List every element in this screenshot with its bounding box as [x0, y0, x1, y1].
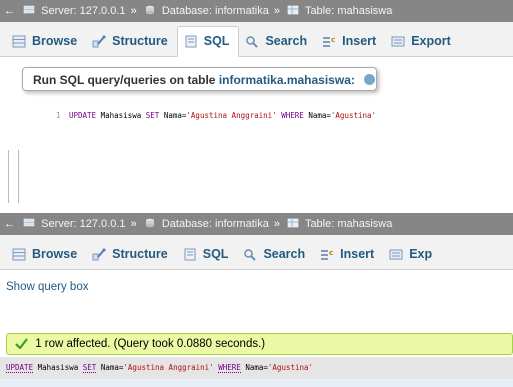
sql-text: Mahasiswa — [33, 363, 83, 372]
back-arrow-icon[interactable]: ← — [4, 213, 18, 235]
sql-editor[interactable]: 1 UPDATE Mahasiswa SET Nama='Agustina An… — [22, 97, 513, 203]
breadcrumb-server[interactable]: Server: 127.0.0.1 — [41, 5, 125, 17]
editor-gutter — [8, 150, 23, 203]
breadcrumb-table[interactable]: Table: mahasiswa — [305, 5, 392, 17]
search-icon — [244, 249, 257, 261]
sql-keyword: UPDATE — [69, 111, 97, 120]
tab-insert[interactable]: c Insert — [314, 240, 383, 269]
sql-keyword-link[interactable]: WHERE — [218, 363, 241, 373]
tab-label: Export — [411, 34, 451, 48]
export-icon — [391, 36, 405, 47]
insert-icon: c — [323, 36, 335, 47]
line-number: 1 — [56, 111, 61, 120]
breadcrumb: ← Server: 127.0.0.1 » Database: informat… — [0, 0, 513, 22]
breadcrumb: ← Server: 127.0.0.1 » Database: informat… — [0, 213, 513, 235]
tab-sql[interactable]: SQL — [176, 26, 240, 57]
search-icon — [246, 36, 259, 48]
breadcrumb-table[interactable]: Table: mahasiswa — [305, 218, 392, 230]
tab-export[interactable]: Exp — [383, 240, 441, 269]
breadcrumb-separator: » — [273, 5, 281, 17]
tab-sql[interactable]: SQL — [177, 240, 238, 269]
structure-icon — [92, 248, 106, 261]
query-legend: Run SQL query/queries on table informati… — [22, 67, 377, 91]
tab-search[interactable]: Search — [239, 27, 316, 56]
sql-keyword-link[interactable]: SET — [82, 363, 97, 373]
tab-label: SQL — [202, 247, 229, 261]
back-arrow-icon[interactable]: ← — [4, 0, 18, 22]
database-icon — [145, 218, 154, 228]
structure-icon — [92, 35, 106, 48]
breadcrumb-database[interactable]: Database: informatika — [162, 218, 269, 230]
breadcrumb-database[interactable]: Database: informatika — [162, 5, 269, 17]
tab-bar-wrap: Browse Structure SQL Search c Insert Exp — [0, 235, 513, 270]
tab-search[interactable]: Search — [237, 240, 314, 269]
sql-text: Mahasiswa — [96, 111, 146, 120]
tab-label: SQL — [203, 34, 230, 48]
help-icon[interactable] — [364, 74, 376, 85]
tab-label: Exp — [409, 247, 433, 261]
tab-bar: Browse Structure SQL Search c Insert Exp… — [0, 22, 513, 57]
sql-query-panel: ← Server: 127.0.0.1 » Database: informat… — [0, 0, 513, 203]
sql-text: Nama= — [240, 363, 268, 372]
sql-string: 'Agustina Anggraini' — [186, 111, 277, 120]
tab-structure[interactable]: Structure — [86, 240, 177, 269]
sql-code: UPDATE Mahasiswa SET Nama='Agustina Angg… — [69, 111, 376, 120]
checkmark-icon — [15, 338, 28, 350]
sql-icon — [184, 248, 196, 261]
sql-result-panel: ← Server: 127.0.0.1 » Database: informat… — [0, 213, 513, 387]
breadcrumb-server[interactable]: Server: 127.0.0.1 — [41, 218, 125, 230]
table-icon — [287, 218, 299, 228]
breadcrumb-separator: » — [273, 218, 281, 230]
show-query-box-link[interactable]: Show query box — [0, 270, 88, 294]
tab-label: Structure — [112, 34, 168, 48]
tab-browse[interactable]: Browse — [6, 240, 86, 269]
tab-label: Insert — [340, 247, 375, 261]
tab-label: Search — [263, 247, 306, 261]
sql-string: 'Agustina' — [267, 363, 314, 372]
svg-text:c: c — [331, 36, 335, 44]
breadcrumb-separator: » — [130, 5, 137, 17]
query-area: Run SQL query/queries on table informati… — [0, 57, 513, 203]
sql-text: Nama= — [303, 111, 331, 120]
sql-text: Nama= — [96, 363, 124, 372]
browse-icon — [12, 35, 26, 48]
editor-gutter-line — [18, 150, 19, 203]
executed-sql: UPDATE Mahasiswa SET Nama='Agustina Angg… — [0, 357, 513, 379]
database-icon — [145, 5, 154, 15]
server-icon — [23, 218, 35, 227]
tab-label: Insert — [342, 34, 377, 48]
sql-keyword: SET — [145, 111, 160, 120]
svg-text:c: c — [329, 249, 333, 257]
export-icon — [389, 249, 403, 260]
legend-text: Run SQL query/queries on table — [33, 73, 219, 87]
tab-insert[interactable]: c Insert — [316, 27, 385, 56]
sql-string: 'Agustina Anggraini' — [123, 363, 214, 372]
tab-label: Search — [265, 34, 308, 48]
server-icon — [23, 5, 35, 14]
success-message: 1 row affected. (Query took 0.0880 secon… — [6, 333, 513, 355]
success-text: 1 row affected. (Query took 0.0880 secon… — [35, 338, 266, 350]
tab-browse[interactable]: Browse — [6, 27, 86, 56]
breadcrumb-separator: » — [130, 218, 137, 230]
sql-keyword: WHERE — [281, 111, 304, 120]
tab-label: Browse — [32, 34, 78, 48]
table-icon — [287, 5, 299, 15]
sql-keyword-link[interactable]: UPDATE — [6, 363, 34, 373]
sql-text: Nama= — [159, 111, 187, 120]
tab-label: Browse — [32, 247, 78, 261]
legend-table-link[interactable]: informatika.mahasiswa: — [219, 73, 355, 87]
sql-string: 'Agustina' — [330, 111, 377, 120]
tab-bar: Browse Structure SQL Search c Insert Exp — [0, 235, 513, 270]
browse-icon — [12, 248, 26, 261]
insert-icon: c — [321, 249, 333, 260]
bottom-strip — [0, 379, 513, 387]
tab-label: Structure — [112, 247, 168, 261]
sql-icon — [185, 35, 197, 48]
tab-structure[interactable]: Structure — [86, 27, 177, 56]
tab-export[interactable]: Export — [385, 27, 460, 56]
